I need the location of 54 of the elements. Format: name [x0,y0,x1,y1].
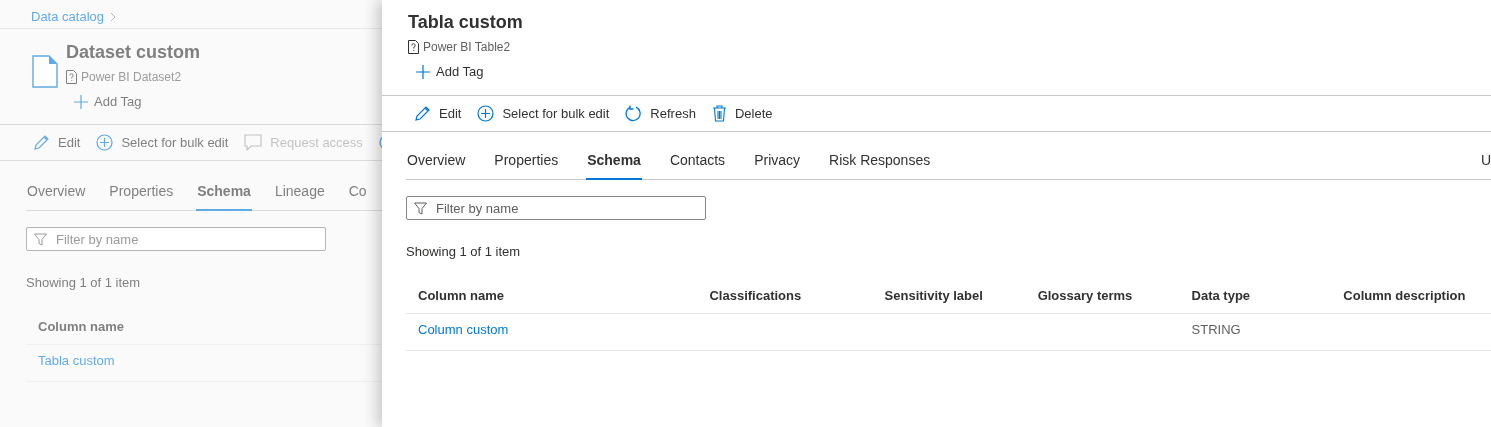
tab[interactable]: Contacts [668,144,727,180]
panel-title: Tabla custom [408,11,523,34]
column-header: Column name [26,308,382,345]
edit-button[interactable]: Edit [414,103,462,124]
column-header: Sensitivity label [872,277,1026,314]
tab[interactable]: Schema [586,144,642,180]
tab[interactable]: Properties [108,175,175,211]
column-header: Glossary terms [1025,277,1180,314]
document-icon [66,70,77,84]
tab[interactable]: Privacy [753,144,802,180]
refresh-button[interactable]: Refresh [625,103,696,124]
subtitle-text: Power BI Dataset2 [81,69,182,86]
pencil-icon [414,105,431,122]
filter-field[interactable]: Filter by name [406,196,706,220]
edit-button[interactable]: Edit [33,132,81,153]
filter-field[interactable]: Filter by name [26,227,326,251]
column-link[interactable]: Tabla custom [38,353,115,368]
tab[interactable]: Overview [26,175,87,211]
column-header: Column name [406,277,698,314]
add-icon [477,105,495,122]
breadcrumb-link[interactable]: Data catalog [31,7,104,27]
plus-icon [416,64,430,79]
trash-icon [711,105,727,122]
bulk-edit-button[interactable]: Select for bulk edit [96,132,229,153]
tab[interactable]: Risk Responses [828,144,932,180]
column-header: Classifications [697,277,873,314]
item-count: Showing 1 of 1 item [406,243,522,261]
panel-title: Dataset custom [66,41,201,64]
add-tag-button[interactable]: Add Tag [74,92,142,112]
chevron-right-icon [110,12,116,22]
subtitle-text: Power BI Table2 [423,39,511,56]
table-cell: STRING [1191,322,1241,337]
add-icon [96,134,114,151]
document-icon [32,55,58,88]
plus-icon [74,94,88,109]
document-icon [408,40,419,54]
tab[interactable]: Lineage [273,175,326,211]
column-link[interactable]: Column custom [418,322,509,337]
filter-icon [414,202,427,215]
tab[interactable]: Properties [493,144,560,180]
column-header: Data type [1179,277,1332,314]
column-header: Column description [1331,277,1491,314]
delete-button[interactable]: Delete [711,103,773,124]
tab-overflow-text: U [1480,151,1491,170]
refresh-icon [625,105,643,122]
speech-bubble-icon [244,134,263,151]
pencil-icon [33,134,50,151]
filter-icon [34,233,47,246]
add-tag-button[interactable]: Add Tag [416,62,484,82]
tab[interactable]: Schema [196,175,252,211]
bulk-edit-button[interactable]: Select for bulk edit [477,103,610,124]
item-count: Showing 1 of 1 item [26,274,142,292]
tab[interactable]: Overview [406,144,467,180]
tab[interactable]: Co [347,175,368,211]
